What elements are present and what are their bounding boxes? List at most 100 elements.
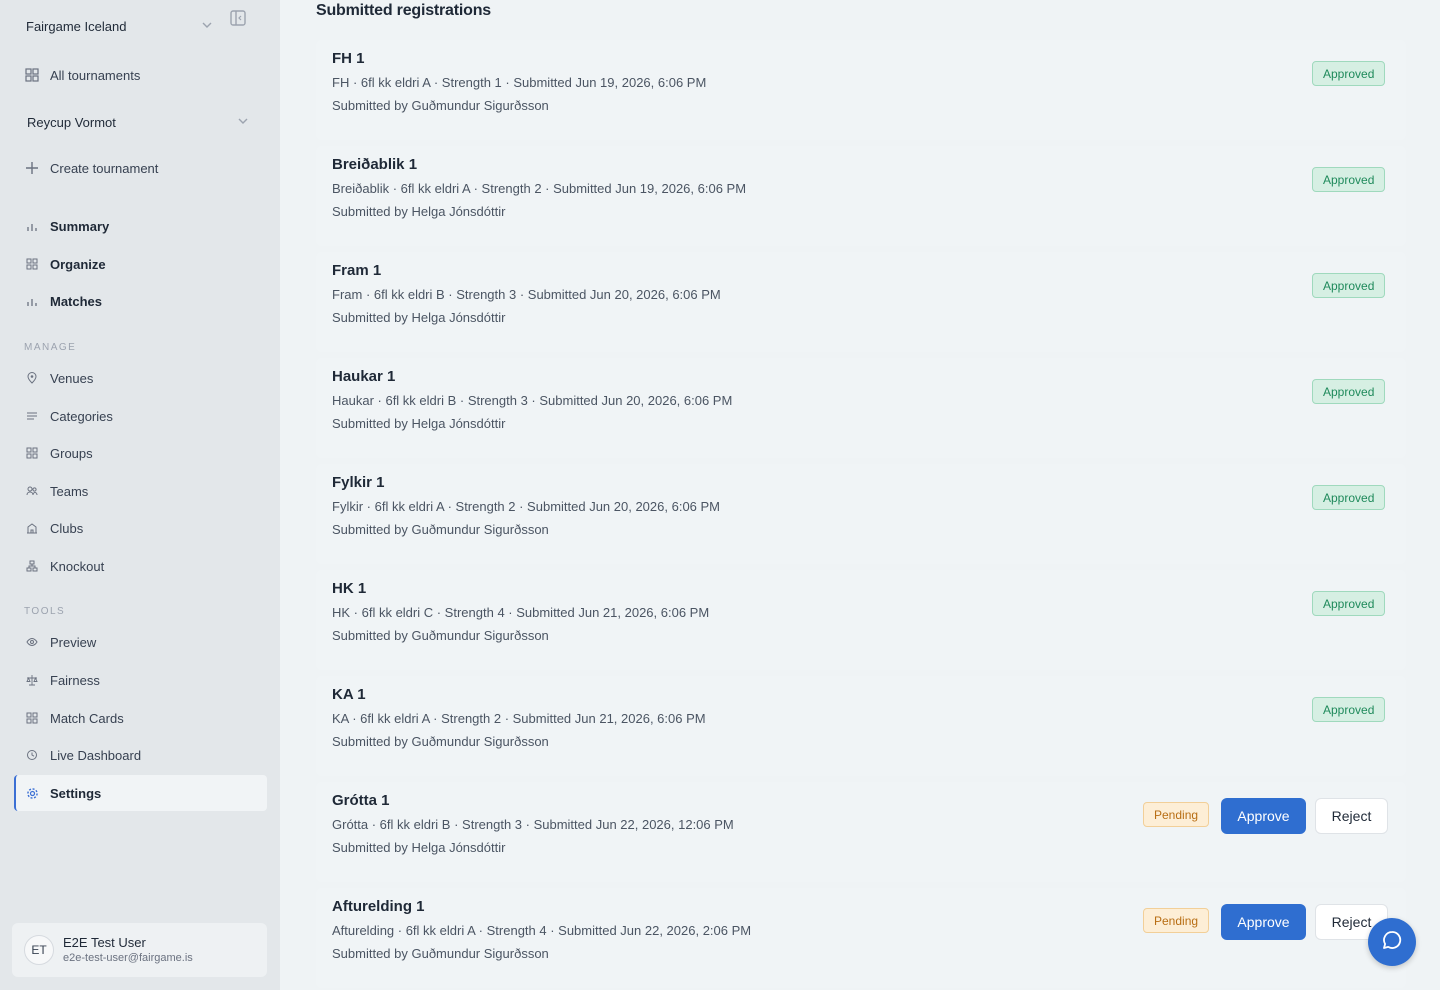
registration-submitter: Submitted by Helga Jónsdóttir — [332, 204, 506, 219]
registration-submitter: Submitted by Guðmundur Sigurðsson — [332, 734, 549, 749]
registration-submitter: Submitted by Helga Jónsdóttir — [332, 310, 506, 325]
status-badge: Approved — [1312, 61, 1386, 86]
nav-organize[interactable]: Organize — [14, 246, 267, 282]
user-email: e2e-test-user@fairgame.is — [63, 952, 193, 964]
registration-meta: Grótta · 6fl kk eldri B · Strength 3 · S… — [332, 817, 734, 832]
registration-submitter: Submitted by Guðmundur Sigurðsson — [332, 946, 549, 961]
status-badge: Approved — [1312, 379, 1386, 404]
tools-section-label: TOOLS — [24, 606, 66, 617]
users-icon — [14, 485, 50, 497]
nav-teams-label: Teams — [50, 483, 89, 499]
registration-card: HK 1 HK · 6fl kk eldri C · Strength 4 · … — [316, 570, 1406, 670]
org-name: Fairgame Iceland — [26, 18, 127, 34]
approve-button[interactable]: Approve — [1221, 798, 1306, 834]
nav-live-dashboard[interactable]: Live Dashboard — [14, 737, 267, 773]
scale-icon — [14, 674, 50, 686]
building-icon — [14, 522, 50, 534]
cards-icon — [14, 712, 50, 724]
nav-venues[interactable]: Venues — [14, 360, 267, 396]
nav-knockout-label: Knockout — [50, 558, 105, 574]
approve-button[interactable]: Approve — [1221, 904, 1306, 940]
create-tournament-label: Create tournament — [50, 160, 159, 176]
registration-meta: Fylkir · 6fl kk eldri A · Strength 2 · S… — [332, 499, 721, 514]
grid-icon — [14, 447, 50, 459]
registration-card: Fram 1 Fram · 6fl kk eldri B · Strength … — [316, 252, 1406, 352]
tournament-switcher[interactable]: Reycup Vormot — [14, 104, 267, 140]
nav-groups-label: Groups — [50, 445, 93, 461]
registration-card: Fylkir 1 Fylkir · 6fl kk eldri A · Stren… — [316, 464, 1406, 564]
user-name: E2E Test User — [63, 935, 146, 950]
registration-card: KA 1 KA · 6fl kk eldri A · Strength 2 · … — [316, 676, 1406, 776]
nav-matches-label: Matches — [50, 293, 103, 309]
status-badge: Approved — [1312, 485, 1386, 510]
user-info: E2E Test User e2e-test-user@fairgame.is — [63, 934, 193, 966]
plus-icon — [14, 161, 50, 175]
registration-card: Afturelding 1 Afturelding · 6fl kk eldri… — [316, 888, 1406, 988]
registration-team: Haukar 1 — [332, 368, 396, 385]
nav-categories-label: Categories — [50, 408, 113, 424]
status-badge: Pending — [1143, 802, 1210, 827]
chat-bubble-icon — [1381, 929, 1403, 956]
nav-clubs-label: Clubs — [50, 520, 84, 536]
registration-team: Fylkir 1 — [332, 474, 385, 491]
nav-matches[interactable]: Matches — [14, 283, 267, 319]
registration-submitter: Submitted by Guðmundur Sigurðsson — [332, 628, 549, 643]
chat-button[interactable] — [1368, 918, 1416, 966]
status-badge: Approved — [1312, 591, 1386, 616]
status-badge: Approved — [1312, 697, 1386, 722]
registration-submitter: Submitted by Helga Jónsdóttir — [332, 840, 506, 855]
map-pin-icon — [14, 372, 50, 384]
nav-match-cards-label: Match Cards — [50, 710, 124, 726]
registration-card: Breiðablik 1 Breiðablik · 6fl kk eldri A… — [316, 146, 1406, 246]
list-icon — [14, 410, 50, 422]
status-badge: Approved — [1312, 167, 1386, 192]
clock-icon — [14, 749, 50, 761]
registration-meta: HK · 6fl kk eldri C · Strength 4 · Submi… — [332, 605, 710, 620]
nav-settings[interactable]: Settings — [14, 775, 267, 811]
nav-preview[interactable]: Preview — [14, 624, 267, 660]
registration-submitter: Submitted by Guðmundur Sigurðsson — [332, 522, 549, 537]
registration-team: FH 1 — [332, 50, 365, 67]
registration-meta: KA · 6fl kk eldri A · Strength 2 · Submi… — [332, 711, 706, 726]
registration-meta: Fram · 6fl kk eldri B · Strength 3 · Sub… — [332, 287, 721, 302]
bracket-icon — [14, 560, 50, 572]
nav-knockout[interactable]: Knockout — [14, 548, 267, 584]
nav-fairness-label: Fairness — [50, 672, 100, 688]
registration-team: Grótta 1 — [332, 792, 390, 809]
eye-icon — [14, 636, 50, 648]
create-tournament-button[interactable]: Create tournament — [14, 150, 267, 186]
all-tournaments-link[interactable]: All tournaments — [14, 57, 267, 93]
registration-card: Haukar 1 Haukar · 6fl kk eldri B · Stren… — [316, 358, 1406, 458]
registration-submitter: Submitted by Helga Jónsdóttir — [332, 416, 506, 431]
all-tournaments-label: All tournaments — [50, 67, 141, 83]
bar-chart-icon — [14, 220, 50, 232]
chevron-down-icon — [200, 18, 214, 37]
nav-summary[interactable]: Summary — [14, 208, 267, 244]
reject-button[interactable]: Reject — [1315, 798, 1388, 834]
nav-clubs[interactable]: Clubs — [14, 510, 267, 546]
nav-venues-label: Venues — [50, 370, 94, 386]
registration-meta: Afturelding · 6fl kk eldri A · Strength … — [332, 923, 752, 938]
nav-live-dashboard-label: Live Dashboard — [50, 747, 142, 763]
sidebar-collapse-icon[interactable] — [229, 9, 247, 27]
nav-groups[interactable]: Groups — [14, 435, 267, 471]
chevron-down-icon — [236, 114, 250, 133]
registration-card: Grótta 1 Grótta · 6fl kk eldri B · Stren… — [316, 782, 1406, 882]
sidebar: Fairgame Iceland All tournaments Reycup … — [0, 0, 280, 990]
nav-settings-label: Settings — [50, 785, 102, 801]
gear-icon — [14, 787, 50, 800]
registration-team: HK 1 — [332, 580, 367, 597]
registration-team: Breiðablik 1 — [332, 156, 418, 173]
status-badge: Approved — [1312, 273, 1386, 298]
user-menu[interactable]: ET E2E Test User e2e-test-user@fairgame.… — [12, 923, 267, 977]
avatar: ET — [24, 935, 54, 965]
registration-team: Afturelding 1 — [332, 898, 425, 915]
nav-teams[interactable]: Teams — [14, 473, 267, 509]
grid-icon — [14, 258, 50, 270]
nav-match-cards[interactable]: Match Cards — [14, 700, 267, 736]
manage-section-label: MANAGE — [24, 342, 77, 353]
nav-fairness[interactable]: Fairness — [14, 662, 267, 698]
nav-categories[interactable]: Categories — [14, 398, 267, 434]
registration-team: Fram 1 — [332, 262, 382, 279]
status-badge: Pending — [1143, 908, 1210, 933]
